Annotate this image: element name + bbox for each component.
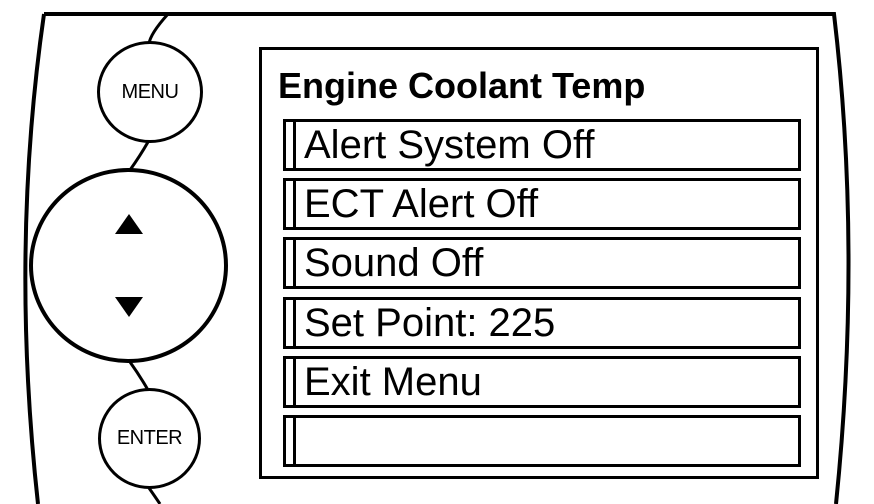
enter-button-label: ENTER: [116, 427, 183, 449]
menu-item-label: Sound Off: [304, 241, 484, 285]
menu-item-set-point[interactable]: Set Point: 225: [283, 297, 801, 349]
menu-item-sound[interactable]: Sound Off: [283, 237, 801, 289]
menu-button[interactable]: MENU: [97, 41, 203, 143]
up-arrow-button[interactable]: [99, 202, 159, 246]
menu-item-exit-menu[interactable]: Exit Menu: [283, 356, 801, 408]
menu-button-label: MENU: [121, 80, 179, 103]
enter-button[interactable]: ENTER: [98, 388, 201, 489]
direction-pad: [29, 168, 228, 363]
menu-item-empty[interactable]: [283, 415, 801, 467]
display-screen: Engine Coolant Temp Alert System Off ECT…: [259, 47, 819, 479]
screen-title: Engine Coolant Temp: [278, 65, 646, 106]
menu-item-label: ECT Alert Off: [304, 182, 539, 226]
menu-item-label: Exit Menu: [304, 360, 482, 404]
menu-item-label: Alert System Off: [304, 123, 595, 167]
row-marker: [286, 181, 296, 227]
row-marker: [286, 122, 296, 168]
row-marker: [286, 359, 296, 405]
row-marker: [286, 240, 296, 286]
menu-item-alert-system[interactable]: Alert System Off: [283, 119, 801, 171]
row-marker: [286, 418, 296, 464]
menu-item-label: Set Point: 225: [304, 301, 556, 345]
menu-item-ect-alert[interactable]: ECT Alert Off: [283, 178, 801, 230]
triangle-up-icon: [114, 214, 143, 234]
row-marker: [286, 300, 296, 346]
triangle-down-icon: [114, 297, 143, 317]
down-arrow-button[interactable]: [99, 285, 159, 329]
